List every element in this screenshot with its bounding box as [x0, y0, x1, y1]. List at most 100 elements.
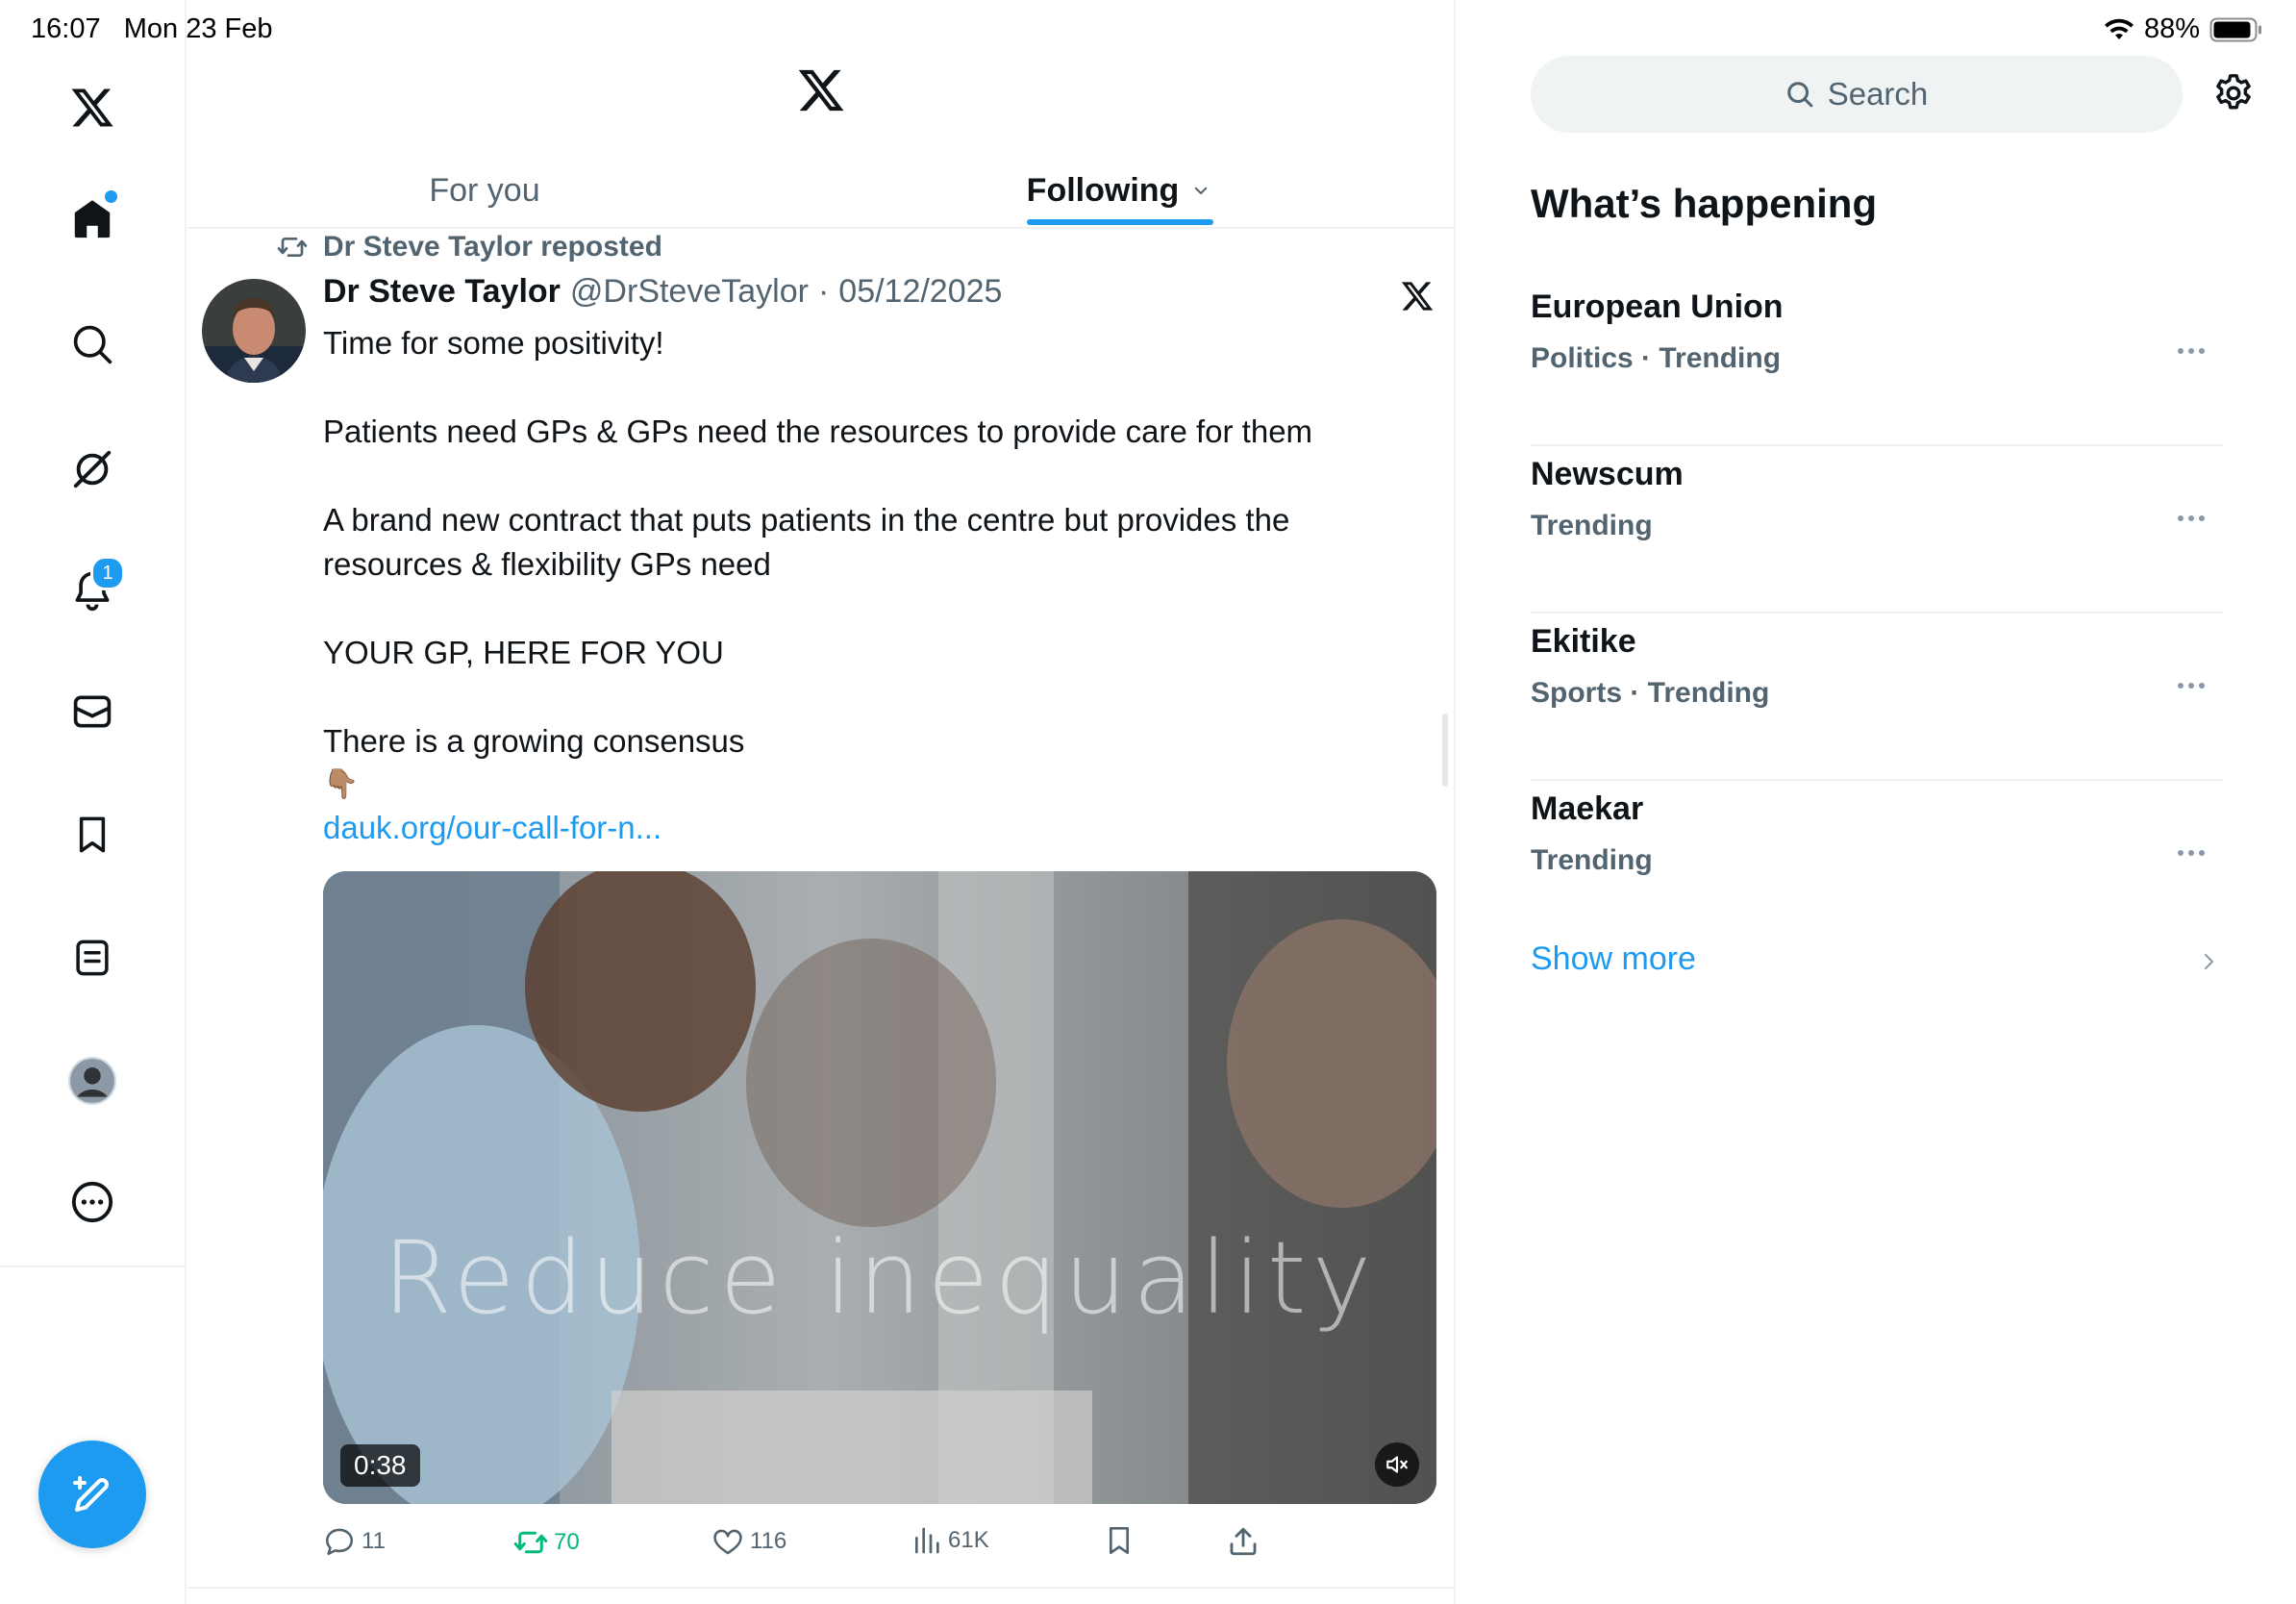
- tweet-line: A brand new contract that puts patients …: [323, 502, 1290, 582]
- tweet-video[interactable]: Reduce inequality 0:38: [323, 871, 1436, 1504]
- search-placeholder: Search: [1827, 76, 1929, 112]
- more-dots-icon: [2177, 346, 2206, 356]
- tab-following[interactable]: Following: [783, 154, 1454, 227]
- search-icon: [71, 323, 113, 365]
- notifications-badge: 1: [90, 556, 125, 590]
- repost-icon: [513, 1525, 548, 1560]
- mail-icon: [71, 690, 113, 733]
- video-duration: 0:38: [340, 1444, 420, 1487]
- profile-avatar-icon: [68, 1057, 116, 1105]
- share-icon: [1227, 1525, 1260, 1558]
- trend-more-button[interactable]: [2177, 848, 2206, 858]
- grok-icon: [70, 447, 114, 491]
- whats-happening-title: What’s happening: [1531, 181, 1878, 226]
- nav-notifications[interactable]: 1: [58, 556, 127, 625]
- tab-for-you-label: For you: [429, 171, 540, 209]
- like-count: 116: [750, 1528, 787, 1554]
- compose-button[interactable]: [38, 1441, 146, 1548]
- tab-following-label: Following: [1026, 171, 1180, 209]
- tweet-text: Time for some positivity! Patients need …: [323, 321, 1419, 850]
- trend-item[interactable]: European Union Politics · Trending: [1531, 279, 2223, 446]
- active-tab-indicator: [1027, 219, 1213, 225]
- header-x-logo[interactable]: [796, 65, 846, 115]
- show-more-link[interactable]: Show more: [1531, 940, 1696, 978]
- nav-bookmarks[interactable]: [58, 800, 127, 869]
- timeline-scrollbar[interactable]: [1442, 714, 1448, 787]
- trend-title: Ekitike: [1531, 623, 1636, 660]
- meta-separator: ·: [817, 273, 830, 310]
- tweet-line: Time for some positivity!: [323, 325, 664, 361]
- nav-messages[interactable]: [58, 677, 127, 746]
- reply-count: 11: [362, 1528, 386, 1554]
- video-caption: Reduce inequality: [382, 1219, 1378, 1337]
- trend-more-button[interactable]: [2177, 346, 2206, 356]
- trend-more-button[interactable]: [2177, 514, 2206, 523]
- tweet-line: Patients need GPs & GPs need the resourc…: [323, 414, 1313, 449]
- trend-item[interactable]: Maekar Trending: [1531, 781, 2223, 925]
- share-button[interactable]: [1227, 1525, 1260, 1558]
- trend-meta: Politics · Trending: [1531, 342, 1782, 374]
- like-button[interactable]: 116: [711, 1525, 786, 1558]
- search-icon: [1785, 80, 1814, 109]
- more-dots-icon: [2177, 514, 2206, 523]
- tweet-date[interactable]: 05/12/2025: [838, 273, 1002, 311]
- x-logo-icon: [69, 85, 115, 131]
- home-unread-dot: [105, 190, 117, 203]
- repost-indicator[interactable]: Dr Steve Taylor reposted: [277, 231, 662, 263]
- timeline-tabs: For you Following: [187, 154, 1454, 229]
- nav-home[interactable]: [58, 185, 127, 254]
- mute-button[interactable]: [1375, 1442, 1419, 1487]
- reply-icon: [323, 1525, 356, 1558]
- bar-chart-icon: [911, 1525, 942, 1556]
- search-field[interactable]: Search: [1531, 56, 2183, 133]
- nav-lists[interactable]: [58, 923, 127, 992]
- home-icon: [70, 197, 114, 241]
- nav-divider: [0, 1266, 185, 1267]
- chevron-right-icon: [2202, 952, 2217, 971]
- nav-more[interactable]: [58, 1167, 127, 1237]
- pointing-down-emoji: 👇🏽: [323, 768, 360, 800]
- heart-icon: [711, 1525, 744, 1558]
- bookmark-button[interactable]: [1104, 1525, 1135, 1556]
- repost-icon: [277, 232, 308, 263]
- trend-title: Newscum: [1531, 456, 1684, 492]
- x-logo-icon: [796, 65, 846, 115]
- bookmark-icon: [72, 815, 112, 855]
- more-circle-icon: [70, 1180, 114, 1224]
- tweet-x-logo: [1400, 279, 1435, 313]
- speaker-muted-icon: [1385, 1452, 1410, 1477]
- trend-title: European Union: [1531, 288, 1784, 325]
- trend-more-button[interactable]: [2177, 681, 2206, 690]
- tweet-link[interactable]: dauk.org/our-call-for-n...: [323, 806, 1419, 850]
- status-indicators: 88%: [2104, 13, 2263, 45]
- trend-title: Maekar: [1531, 790, 1644, 827]
- author-handle[interactable]: @DrSteveTaylor: [570, 273, 809, 311]
- repost-button[interactable]: 70: [513, 1525, 580, 1560]
- reply-button[interactable]: 11: [323, 1525, 386, 1558]
- settings-button[interactable]: [2211, 71, 2256, 115]
- nav-explore[interactable]: [58, 310, 127, 379]
- tweet-actions: 11 70 116 61K: [323, 1525, 1285, 1564]
- list-icon: [72, 938, 112, 978]
- more-dots-icon: [2177, 848, 2206, 858]
- wifi-icon: [2104, 18, 2134, 41]
- author-avatar[interactable]: [202, 279, 306, 383]
- views-button[interactable]: 61K: [911, 1525, 989, 1556]
- trend-item[interactable]: Newscum Trending: [1531, 446, 2223, 614]
- tweet-divider: [187, 1587, 1454, 1589]
- trend-meta: Trending: [1531, 844, 1653, 876]
- nav-profile[interactable]: [58, 1046, 127, 1115]
- trend-item[interactable]: Ekitike Sports · Trending: [1531, 614, 2223, 781]
- trend-meta: Trending: [1531, 510, 1653, 541]
- nav-grok[interactable]: [58, 435, 127, 504]
- more-dots-icon: [2177, 681, 2206, 690]
- tweet-line: YOUR GP, HERE FOR YOU: [323, 635, 724, 670]
- chevron-down-icon: [1192, 182, 1210, 199]
- x-logo-link[interactable]: [58, 73, 127, 142]
- gear-icon: [2211, 71, 2256, 115]
- tab-for-you[interactable]: For you: [187, 154, 783, 227]
- repost-label: Dr Steve Taylor reposted: [323, 231, 662, 263]
- author-name[interactable]: Dr Steve Taylor: [323, 273, 561, 311]
- battery-icon: [2209, 16, 2263, 43]
- battery-percent: 88%: [2143, 13, 2200, 44]
